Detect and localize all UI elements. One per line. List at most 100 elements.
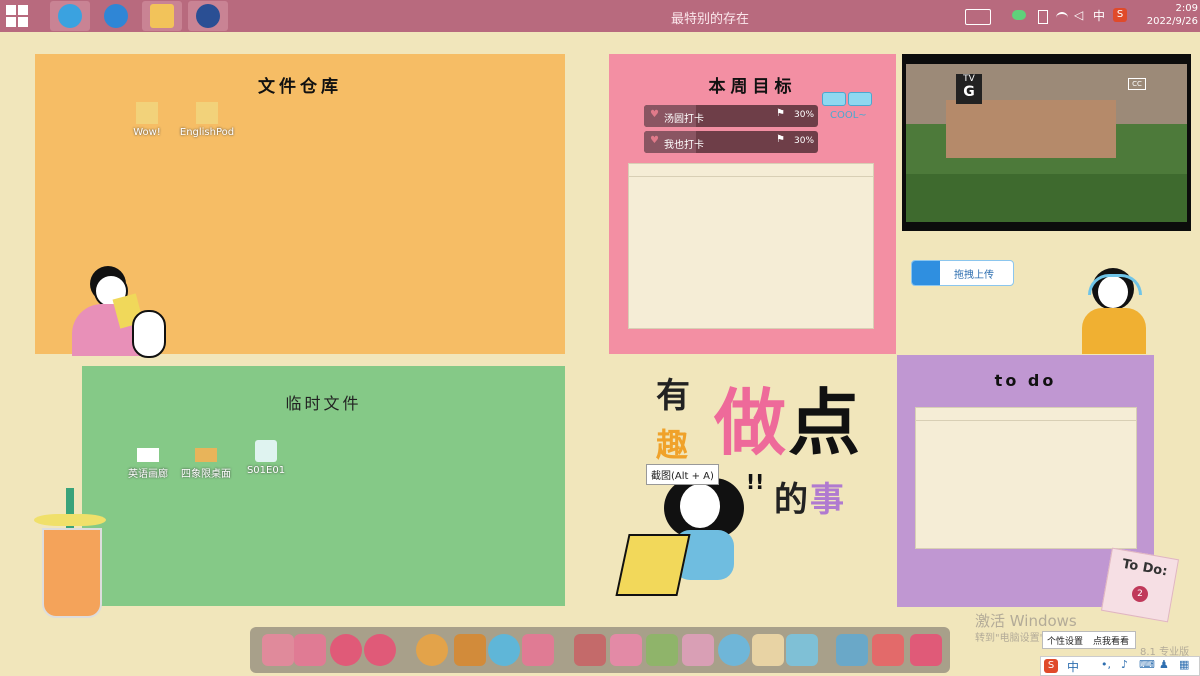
ime-popup: 个性设置 点我看看 [1042,631,1136,649]
calendar-icon[interactable] [786,634,818,666]
trash-icon[interactable] [910,634,942,666]
slogan-zuo: 做 [714,381,787,465]
app-store-icon[interactable] [294,634,326,666]
cool-sunglasses-sticker: COOL~ [818,86,880,126]
video-file-icon [255,440,277,462]
todo-list-icon[interactable] [752,634,784,666]
taskbar: 最特别的存在 ◁ 中 S 2:09 2022/9/26 [0,0,1200,32]
ime-keyboard-icon[interactable]: ⌨ [1139,658,1155,671]
ie-icon[interactable] [50,1,90,31]
girl-reading-illustration [66,266,166,358]
ime-menu-icon[interactable]: ▦ [1179,658,1189,671]
desktop-file-s01e01[interactable]: S01E01 [236,440,296,476]
goal-label: 我也打卡 [664,140,704,151]
microphone-icon[interactable] [646,634,678,666]
ime-skin-icon[interactable]: ♟ [1159,658,1169,671]
weekly-note-area[interactable] [628,163,874,329]
bookshelf-icon[interactable] [574,634,606,666]
temp-panel-title: 临时文件 [285,394,362,413]
ime-language[interactable]: 中 [1067,658,1079,675]
mail-icon[interactable] [610,634,642,666]
girl-headphones-illustration [1058,250,1162,354]
flag-icon: ⚑ [776,134,785,145]
ime-voice-icon[interactable]: ♪ [1121,658,1128,671]
lightbulb-icon[interactable] [718,634,750,666]
battery-icon[interactable] [1038,10,1048,24]
notes-icon[interactable] [262,634,294,666]
chat-icon[interactable] [488,634,520,666]
film-icon[interactable] [454,634,486,666]
tv-rating-top: TV [963,74,975,84]
clock-date: 2022/9/26 [1146,16,1198,27]
volume-icon[interactable]: ◁ [1074,8,1083,22]
files-panel-title: 文件仓库 [258,77,342,97]
compass-icon[interactable] [416,634,448,666]
dictionary-icon[interactable] [682,634,714,666]
ie-icon-2[interactable] [96,1,136,31]
network-icon[interactable] [1056,12,1068,22]
todo-sticker-text: To Do: [1121,556,1169,580]
video-player[interactable]: TV G CC [902,54,1191,231]
file-label: 四象限桌面 [181,469,231,480]
window-title: 最特别的存在 [670,12,749,27]
goal-percent: 30% [794,110,815,120]
todo-panel-title: to do [994,371,1057,390]
clock[interactable]: 2:09 2022/9/26 [1140,2,1198,28]
slogan-you: 有 [656,376,690,416]
folder-icon [196,102,218,124]
sogou-logo-icon[interactable]: S [1044,659,1058,673]
folder-label: EnglishPod [179,127,235,138]
goal-row-1[interactable]: ♥ 汤圆打卡 ⚑ 30% [644,105,818,127]
keyboard-icon[interactable] [965,9,991,25]
sogou-icon[interactable]: S [1113,8,1127,22]
folder-label: Wow! [133,127,161,138]
media-player-icon[interactable] [188,1,228,31]
cloud-upload-icon [912,261,940,285]
drag-upload-button[interactable]: 拖拽上传 [911,260,1014,286]
todo-note-area[interactable] [915,407,1137,549]
desktop-folder-englishpod[interactable]: EnglishPod [177,102,237,138]
todo-sticker: To Do: [1100,547,1180,623]
slogan-dian: 点 [788,381,861,465]
slogan-de: 的 [774,480,808,520]
cc-icon[interactable]: CC [1128,78,1146,90]
goal-row-2[interactable]: ♥ 我也打卡 ⚑ 30% [644,131,818,153]
temp-panel: 临时文件 英语画廊 四象限桌面 S01E01 [82,366,565,606]
image-file-icon [195,448,217,462]
file-label: 英语画廊 [128,469,168,480]
goal-label: 汤圆打卡 [664,114,704,125]
camera-icon[interactable] [330,634,362,666]
take-a-look-button[interactable]: 点我看看 [1093,634,1129,647]
flag-icon: ⚑ [776,108,785,119]
file-explorer-icon[interactable] [142,1,182,31]
goal-percent: 30% [794,136,815,146]
desktop-folder-wow[interactable]: Wow! [117,102,177,138]
record-player-icon[interactable] [836,634,868,666]
personalize-button[interactable]: 个性设置 [1047,634,1083,647]
settings-icon[interactable] [364,634,396,666]
wechat-icon[interactable] [1012,10,1026,20]
start-button[interactable] [6,5,28,27]
upload-label: 拖拽上传 [954,270,994,281]
folder-icon [136,102,158,124]
popcorn-icon[interactable] [872,634,904,666]
girl-laptop-illustration [615,472,758,602]
ime-punctuation-icon[interactable]: •, [1101,658,1111,671]
dock [250,627,950,673]
heart-icon: ♥ [650,135,659,146]
slogan-shi: 事 [810,480,844,520]
slogan-qu: 趣 [656,426,689,464]
ime-toolbar: S 中 •, ♪ ⌨ ♟ ▦ [1040,656,1200,676]
image-file-icon [137,448,159,462]
activation-title: 激活 Windows [975,612,1077,630]
file-label: S01E01 [246,465,286,476]
notification-badge[interactable]: 2 [1132,586,1148,602]
desktop-file-english-gallery[interactable]: 英语画廊 [118,448,178,480]
input-language[interactable]: 中 [1093,7,1105,24]
clock-time: 2:09 [1175,3,1198,14]
tv-rating-letter: G [963,84,975,100]
heart-icon: ♥ [650,109,659,120]
cards-icon[interactable] [522,634,554,666]
desktop-file-quadrant[interactable]: 四象限桌面 [176,448,236,480]
cool-text: COOL~ [830,110,867,121]
